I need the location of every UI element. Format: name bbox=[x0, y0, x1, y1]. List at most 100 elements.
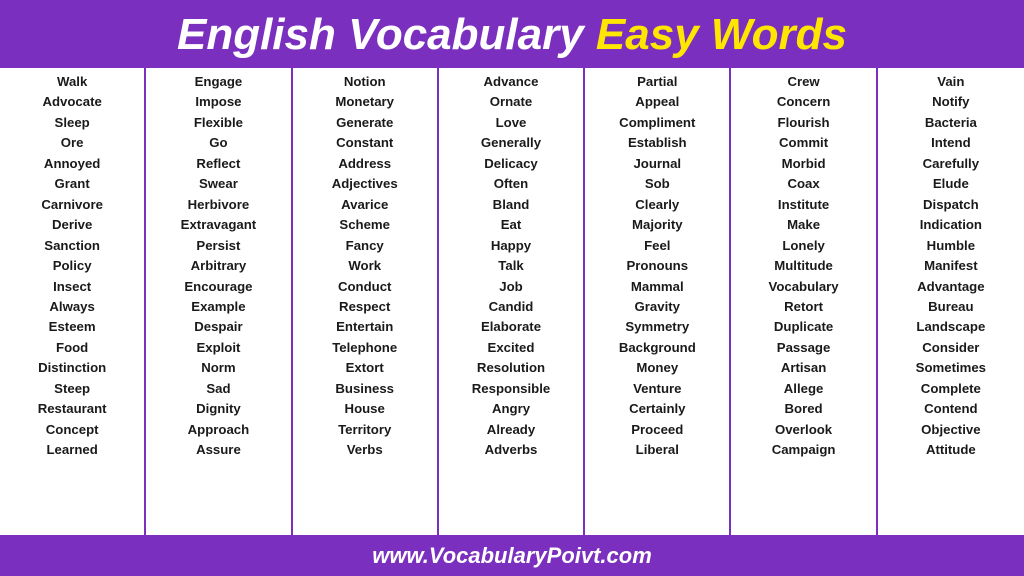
word-item: Esteem bbox=[49, 317, 96, 337]
word-item: Often bbox=[494, 174, 528, 194]
word-item: Love bbox=[496, 113, 527, 133]
word-item: Lonely bbox=[782, 236, 825, 256]
word-item: Extort bbox=[346, 358, 384, 378]
word-item: Retort bbox=[784, 297, 823, 317]
word-item: Concern bbox=[777, 92, 831, 112]
word-grid: WalkAdvocateSleepOreAnnoyedGrantCarnivor… bbox=[0, 68, 1024, 535]
word-item: Morbid bbox=[782, 154, 826, 174]
word-item: Flexible bbox=[194, 113, 243, 133]
title-yellow: Easy Words bbox=[596, 10, 847, 59]
word-item: Address bbox=[338, 154, 391, 174]
word-item: Resolution bbox=[477, 358, 545, 378]
word-item: Campaign bbox=[772, 440, 836, 460]
word-item: Generate bbox=[336, 113, 393, 133]
word-item: Appeal bbox=[635, 92, 679, 112]
word-item: Work bbox=[348, 256, 381, 276]
word-item: Advance bbox=[484, 72, 539, 92]
word-item: Vocabulary bbox=[769, 277, 839, 297]
word-item: Passage bbox=[777, 338, 831, 358]
word-item: Scheme bbox=[339, 215, 390, 235]
word-item: Carnivore bbox=[41, 195, 103, 215]
word-item: Commit bbox=[779, 133, 828, 153]
word-item: Bored bbox=[785, 399, 823, 419]
word-item: Steep bbox=[54, 379, 90, 399]
word-item: Money bbox=[636, 358, 678, 378]
word-item: Sob bbox=[645, 174, 670, 194]
word-item: Insect bbox=[53, 277, 91, 297]
word-item: Extravagant bbox=[181, 215, 257, 235]
word-item: Walk bbox=[57, 72, 87, 92]
footer-url: www.VocabularyPoivt.com bbox=[372, 543, 652, 568]
word-item: Flourish bbox=[778, 113, 830, 133]
word-item: House bbox=[345, 399, 385, 419]
word-item: Learned bbox=[46, 440, 97, 460]
word-item: Certainly bbox=[629, 399, 685, 419]
word-item: Swear bbox=[199, 174, 238, 194]
word-item: Journal bbox=[633, 154, 681, 174]
word-item: Compliment bbox=[619, 113, 695, 133]
word-item: Establish bbox=[628, 133, 687, 153]
word-item: Excited bbox=[488, 338, 535, 358]
word-item: Notion bbox=[344, 72, 386, 92]
word-item: Already bbox=[487, 420, 535, 440]
word-item: Notify bbox=[932, 92, 969, 112]
word-item: Distinction bbox=[38, 358, 106, 378]
word-item: Avarice bbox=[341, 195, 388, 215]
word-item: Humble bbox=[927, 236, 975, 256]
word-item: Background bbox=[619, 338, 696, 358]
word-item: Sleep bbox=[55, 113, 90, 133]
word-column-4: AdvanceOrnateLoveGenerallyDelicacyOftenB… bbox=[439, 68, 585, 535]
word-item: Duplicate bbox=[774, 317, 833, 337]
word-item: Gravity bbox=[635, 297, 680, 317]
word-item: Liberal bbox=[636, 440, 679, 460]
word-item: Vain bbox=[937, 72, 964, 92]
word-item: Norm bbox=[201, 358, 235, 378]
word-item: Proceed bbox=[631, 420, 683, 440]
word-item: Partial bbox=[637, 72, 677, 92]
word-item: Intend bbox=[931, 133, 971, 153]
word-item: Fancy bbox=[346, 236, 384, 256]
word-item: Allege bbox=[784, 379, 824, 399]
word-item: Sanction bbox=[44, 236, 100, 256]
word-item: Herbivore bbox=[188, 195, 250, 215]
word-item: Dignity bbox=[196, 399, 241, 419]
footer: www.VocabularyPoivt.com bbox=[0, 535, 1024, 576]
word-item: Derive bbox=[52, 215, 92, 235]
word-item: Bureau bbox=[928, 297, 973, 317]
word-item: Go bbox=[209, 133, 227, 153]
word-item: Artisan bbox=[781, 358, 826, 378]
word-item: Job bbox=[499, 277, 522, 297]
word-grid-wrapper: WalkAdvocateSleepOreAnnoyedGrantCarnivor… bbox=[0, 68, 1024, 535]
word-item: Sad bbox=[206, 379, 230, 399]
word-item: Happy bbox=[491, 236, 531, 256]
word-item: Make bbox=[787, 215, 820, 235]
word-item: Verbs bbox=[347, 440, 383, 460]
word-item: Ore bbox=[61, 133, 84, 153]
page-title: English Vocabulary Easy Words bbox=[177, 10, 847, 59]
word-item: Clearly bbox=[635, 195, 679, 215]
word-item: Always bbox=[49, 297, 94, 317]
word-item: Majority bbox=[632, 215, 683, 235]
word-item: Manifest bbox=[924, 256, 978, 276]
page-container: English Vocabulary Easy Words WalkAdvoca… bbox=[0, 0, 1024, 576]
word-item: Impose bbox=[195, 92, 241, 112]
word-item: Advocate bbox=[42, 92, 101, 112]
word-item: Multitude bbox=[774, 256, 833, 276]
word-column-2: EngageImposeFlexibleGoReflectSwearHerbiv… bbox=[146, 68, 292, 535]
word-item: Consider bbox=[922, 338, 979, 358]
word-item: Mammal bbox=[631, 277, 684, 297]
word-item: Monetary bbox=[335, 92, 394, 112]
word-item: Contend bbox=[924, 399, 977, 419]
word-item: Food bbox=[56, 338, 88, 358]
word-item: Feel bbox=[644, 236, 670, 256]
word-column-5: PartialAppealComplimentEstablishJournalS… bbox=[585, 68, 731, 535]
header: English Vocabulary Easy Words bbox=[0, 0, 1024, 68]
word-item: Entertain bbox=[336, 317, 393, 337]
word-item: Ornate bbox=[490, 92, 533, 112]
word-item: Example bbox=[191, 297, 245, 317]
word-item: Assure bbox=[196, 440, 241, 460]
word-column-3: NotionMonetaryGenerateConstantAddressAdj… bbox=[293, 68, 439, 535]
word-item: Annoyed bbox=[44, 154, 100, 174]
word-item: Institute bbox=[778, 195, 829, 215]
word-item: Delicacy bbox=[484, 154, 538, 174]
